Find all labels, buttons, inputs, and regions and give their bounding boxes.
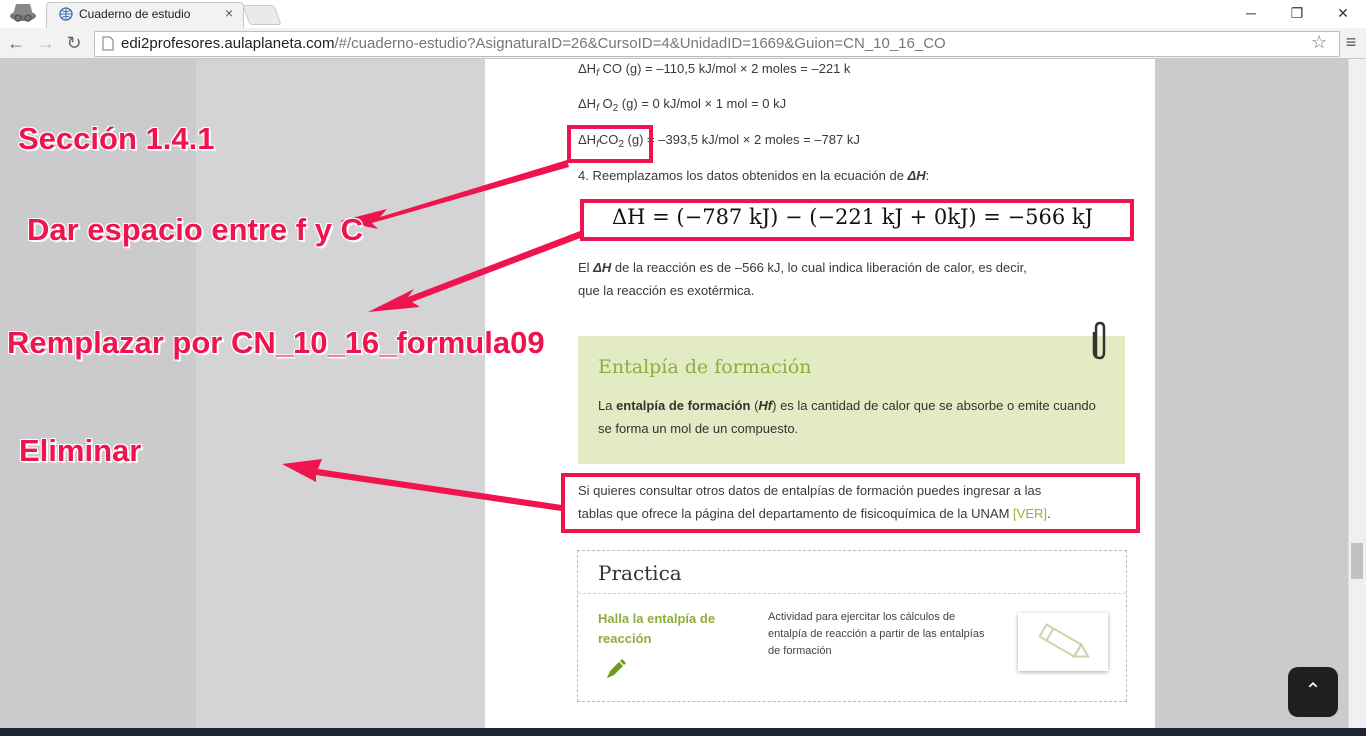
annotation-section: Sección 1.4.1 <box>18 121 215 156</box>
arrow-3 <box>282 459 562 511</box>
browser-tab[interactable]: Cuaderno de estudio × <box>46 2 244 29</box>
tab-title: Cuaderno de estudio <box>79 7 191 21</box>
arrow-1 <box>340 160 569 229</box>
taskbar <box>0 728 1366 736</box>
annotation-space: Dar espacio entre f y C <box>27 212 363 247</box>
browser-toolbar: ← → ↻ edi2profesores.aulaplaneta.com/#/c… <box>0 28 1366 59</box>
menu-icon[interactable]: ≡ <box>1342 32 1360 54</box>
page-icon <box>102 36 114 51</box>
tab-close-icon[interactable]: × <box>225 5 233 21</box>
annotation-arrows <box>282 160 583 511</box>
forward-icon[interactable]: → <box>34 31 58 55</box>
back-icon[interactable]: ← <box>4 31 28 55</box>
globe-icon <box>59 7 73 21</box>
incognito-icon <box>10 4 36 22</box>
url-host: edi2profesores.aulaplaneta.com <box>121 35 335 52</box>
tab-strip: Cuaderno de estudio × ─ ❐ ✕ <box>0 0 1366 29</box>
minimize-icon[interactable]: ─ <box>1228 0 1274 26</box>
restore-icon[interactable]: ❐ <box>1274 0 1320 26</box>
star-icon[interactable]: ☆ <box>1311 32 1327 53</box>
url-text: edi2profesores.aulaplaneta.com/#/cuadern… <box>121 35 946 52</box>
reload-icon[interactable]: ↻ <box>62 31 86 55</box>
annotation-delete: Eliminar <box>19 433 142 468</box>
new-tab-button[interactable] <box>242 5 282 25</box>
arrow-2 <box>368 231 583 312</box>
url-path: /#/cuaderno-estudio?AsignaturaID=26&Curs… <box>334 35 946 52</box>
annotation-replace: Remplazar por CN_10_16_formula09 <box>7 325 545 360</box>
address-bar[interactable]: edi2profesores.aulaplaneta.com/#/cuadern… <box>94 31 1340 57</box>
close-window-icon[interactable]: ✕ <box>1320 0 1366 26</box>
